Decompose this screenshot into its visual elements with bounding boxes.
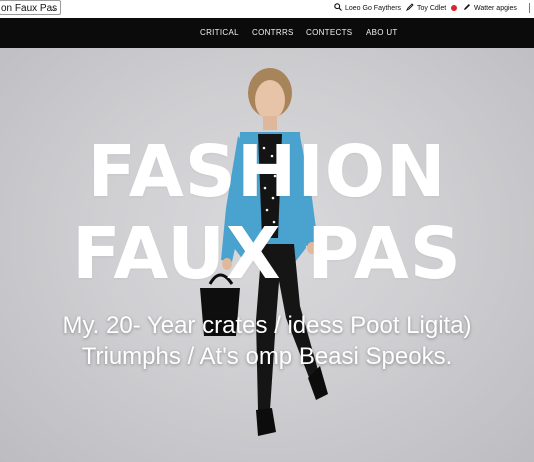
util-link-watter[interactable]: Watter apgies: [463, 2, 517, 14]
util-link-label: Watter apgies: [474, 4, 517, 12]
utility-bar: on Faux Pas ⌄ Loeo Go Faythers Toy Cdlet…: [0, 0, 534, 18]
divider: [529, 3, 530, 13]
pen-icon: [405, 3, 414, 13]
site-select[interactable]: on Faux Pas ⌄: [0, 0, 61, 15]
util-link-search[interactable]: Loeo Go Faythers: [334, 2, 401, 14]
util-link-cdlet[interactable]: Toy Cdlet: [405, 2, 447, 14]
hero-banner: FASHION FAUX PAS My. 20- Year crates / i…: [0, 48, 534, 462]
edit-icon: [463, 3, 471, 13]
hero-title-line2: FAUX PAS: [72, 212, 462, 295]
chevron-down-icon: ⌄: [50, 4, 57, 13]
search-icon: [334, 3, 342, 13]
util-link-label: Loeo Go Faythers: [345, 4, 402, 12]
hero-title-line1: FASHION: [87, 130, 447, 213]
site-select-value: on Faux Pas: [1, 3, 58, 14]
nav-item-contects[interactable]: CONTECTS: [306, 18, 352, 48]
notification-badge[interactable]: [451, 2, 457, 14]
hero-subtitle-line1: My. 20- Year crates / idess Poot Ligita): [62, 312, 472, 339]
nav-item-about[interactable]: ABO UT: [366, 18, 398, 48]
main-nav: CRITICAL CONTRRS CONTECTS ABO UT: [0, 18, 534, 48]
nav-item-critical[interactable]: CRITICAL: [200, 18, 239, 48]
notification-dot-icon: [451, 5, 457, 11]
nav-item-contrrs[interactable]: CONTRRS: [252, 18, 294, 48]
hero-subtitle-line2: Triumphs / At's omp Beasi Speoks.: [81, 343, 453, 370]
util-link-label: Toy Cdlet: [417, 4, 447, 12]
